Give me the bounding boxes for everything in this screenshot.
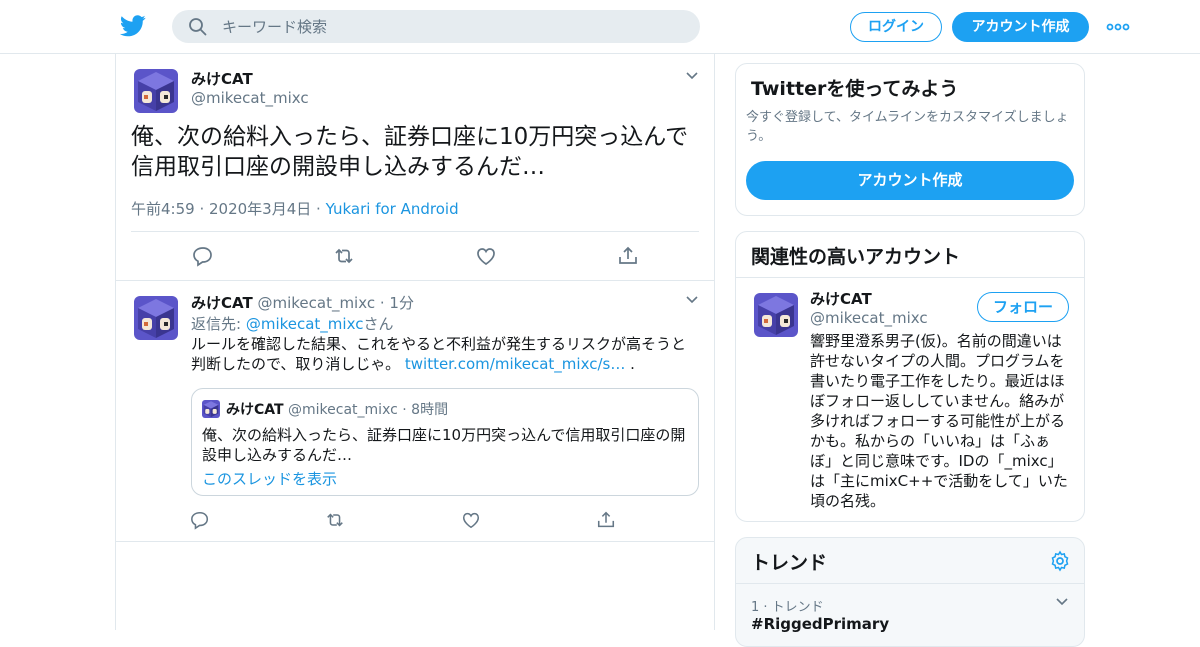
like-heart-icon[interactable] (461, 510, 481, 530)
author-name[interactable]: みけCAT (191, 68, 309, 89)
tweet-text: ルールを確認した結果、これをやると不利益が発生するリスクが高そうと判断したので、… (191, 334, 696, 374)
quote-header: みけCAT @mikecat_mixc · 8時間 (202, 399, 448, 419)
related-account-name[interactable]: みけCAT (810, 288, 928, 309)
tweet-url-link[interactable]: twitter.com/mikecat_mixc/s… (405, 355, 625, 373)
divider (736, 277, 1084, 278)
signup-promo-card: Twitterを使ってみよう 今すぐ登録して、タイムラインをカスタマイズしましょ… (735, 63, 1085, 216)
meta-separator: · (311, 200, 326, 218)
author-handle[interactable]: @mikecat_mixc (257, 294, 375, 312)
share-icon[interactable] (596, 510, 616, 530)
reply-header: みけCAT @mikecat_mixc · 1分 (191, 292, 414, 313)
trends-card: トレンド 1 · トレンド #RiggedPrimary (735, 537, 1085, 647)
tweet-text-tail: . (625, 355, 635, 373)
related-account-handle[interactable]: @mikecat_mixc (810, 309, 928, 327)
focused-tweet: みけCAT @mikecat_mixc 俺、次の給料入ったら、証券口座に10万円… (116, 54, 714, 281)
reply-to-line: 返信先: @mikecat_mixcさん (191, 313, 393, 334)
avatar (202, 400, 220, 418)
settings-gear-icon[interactable] (1049, 550, 1071, 572)
chevron-down-icon[interactable] (1054, 594, 1070, 610)
search-box[interactable] (172, 10, 700, 43)
meta-separator: · (375, 294, 390, 312)
retweet-icon[interactable] (333, 245, 355, 267)
tweet-text: 俺、次の給料入ったら、証券口座に10万円突っ込んで信用取引口座の開設申し込みする… (131, 124, 689, 180)
quote-text: 俺、次の給料入ったら、証券口座に10万円突っ込んで信用取引口座の開設申し込みする… (202, 426, 686, 464)
tweet-timestamp[interactable]: 1分 (389, 294, 414, 312)
signup-card-button[interactable]: アカウント作成 (746, 161, 1074, 200)
avatar-image (134, 69, 178, 113)
related-card-title: 関連性の高いアカウント (751, 246, 961, 268)
tweet-timestamp[interactable]: 午前4:59 · 2020年3月4日 (131, 200, 311, 218)
avatar[interactable] (134, 296, 178, 340)
quote-author-name: みけCAT (226, 402, 284, 418)
author-handle[interactable]: @mikecat_mixc (191, 89, 309, 107)
avatar[interactable] (754, 293, 798, 337)
trend-name[interactable]: #RiggedPrimary (751, 615, 889, 633)
search-icon (189, 18, 207, 36)
reply-tweet[interactable]: みけCAT @mikecat_mixc · 1分 返信先: @mikecat_m… (116, 281, 714, 542)
follow-button[interactable]: フォロー (977, 292, 1069, 322)
timeline-column: みけCAT @mikecat_mixc 俺、次の給料入ったら、証券口座に10万円… (115, 54, 715, 630)
chevron-down-icon[interactable] (684, 292, 700, 308)
avatar-image (202, 400, 220, 418)
share-icon[interactable] (617, 245, 639, 267)
divider (736, 583, 1084, 584)
search-input[interactable] (222, 10, 682, 43)
related-account-bio: 響野里澄系男子(仮)。名前の間違いは許せないタイプの人間。プログラムを書いたり電… (810, 332, 1068, 510)
quoted-tweet-card[interactable]: みけCAT @mikecat_mixc · 8時間 俺、次の給料入ったら、証券口… (191, 388, 699, 496)
like-heart-icon[interactable] (475, 245, 497, 267)
reply-to-suffix: さん (363, 315, 394, 333)
reply-to-handle-link[interactable]: @mikecat_mixc (246, 315, 364, 333)
trends-title: トレンド (751, 552, 828, 574)
reply-to-prefix: 返信先: (191, 315, 246, 333)
quote-author-handle: @mikecat_mixc (288, 402, 398, 418)
avatar-image (754, 293, 798, 337)
chevron-down-icon[interactable] (684, 68, 700, 84)
signup-card-subtitle: 今すぐ登録して、タイムラインをカスタマイズしましょう。 (746, 110, 1069, 144)
trend-rank: 1 · トレンド (751, 600, 824, 615)
quote-timestamp: 8時間 (411, 402, 449, 418)
top-navigation-bar: ログイン アカウント作成 (0, 0, 1200, 54)
tweet-meta: 午前4:59 · 2020年3月4日 · Yukari for Android (131, 198, 459, 219)
avatar[interactable] (134, 69, 178, 113)
reply-icon[interactable] (190, 510, 210, 530)
divider (131, 231, 699, 232)
show-thread-link[interactable]: このスレッドを表示 (202, 468, 337, 489)
signup-button[interactable]: アカウント作成 (952, 12, 1089, 42)
related-accounts-card: 関連性の高いアカウント みけCAT @mikecat_mixc フォロー 響野里… (735, 231, 1085, 522)
more-dots-icon[interactable] (1106, 18, 1130, 36)
avatar-image (134, 296, 178, 340)
tweet-source-link[interactable]: Yukari for Android (326, 200, 459, 218)
login-button[interactable]: ログイン (850, 12, 942, 42)
twitter-bird-icon[interactable] (120, 14, 146, 38)
retweet-icon[interactable] (325, 510, 345, 530)
signup-card-title: Twitterを使ってみよう (751, 78, 959, 100)
author-name[interactable]: みけCAT (191, 294, 253, 312)
reply-icon[interactable] (192, 245, 214, 267)
meta-separator: · (397, 402, 412, 418)
